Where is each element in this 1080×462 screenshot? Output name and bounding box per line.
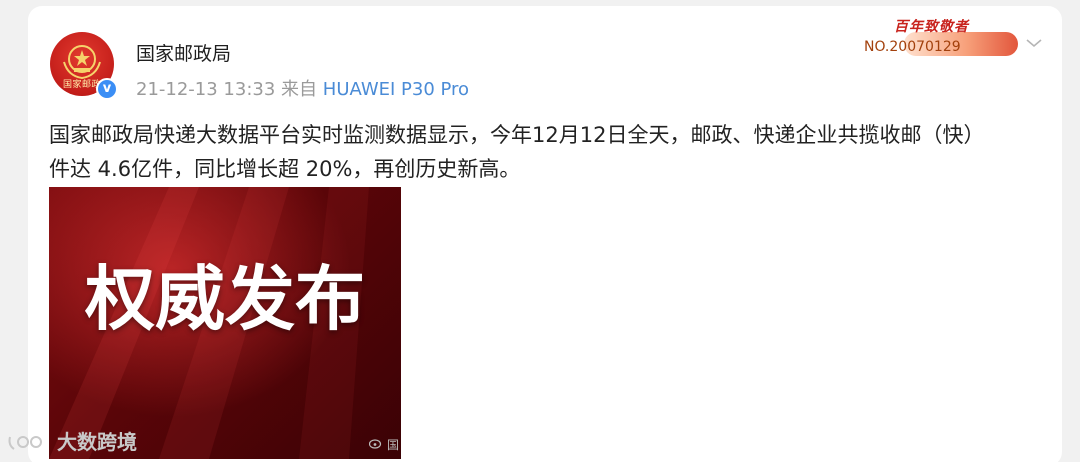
- weibo-post-card: 国家邮政 v 国家邮政局 21-12-13 13:33 来自 HUAWEI P3…: [28, 6, 1062, 462]
- page-watermark-text: 大数跨境: [56, 430, 137, 454]
- post-text-line-2: 件达 4.6亿件，同比增长超 20%，再创历史新高。: [49, 157, 521, 181]
- image-watermark-text: 国: [386, 438, 399, 452]
- verified-v-icon: v: [96, 78, 118, 100]
- post-meta: 21-12-13 13:33 来自 HUAWEI P30 Pro: [136, 75, 469, 101]
- weibo-icon: [369, 439, 382, 449]
- image-watermark: 国: [369, 436, 399, 453]
- commemorative-badge[interactable]: 百年致敬者 NO.20070129: [864, 8, 1020, 58]
- post-text-line-1: 国家邮政局快递大数据平台实时监测数据显示，今年12月12日全天，邮政、快递企业共…: [49, 123, 985, 147]
- author-name[interactable]: 国家邮政局: [136, 39, 231, 66]
- badge-title: 百年致敬者: [894, 19, 969, 35]
- source-device-link[interactable]: HUAWEI P30 Pro: [323, 79, 469, 100]
- image-headline: 权威发布: [85, 257, 365, 340]
- post-timestamp: 21-12-13 13:33: [136, 79, 276, 100]
- brand-logo-icon: [8, 436, 42, 450]
- page-watermark: 大数跨境: [6, 426, 137, 455]
- post-text: 国家邮政局快递大数据平台实时监测数据显示，今年12月12日全天，邮政、快递企业共…: [49, 118, 1049, 186]
- post-image[interactable]: 权威发布 国: [49, 187, 401, 459]
- chevron-down-icon[interactable]: [1024, 36, 1044, 50]
- source-prefix: 来自: [281, 79, 318, 100]
- badge-number: NO.20070129: [864, 39, 961, 55]
